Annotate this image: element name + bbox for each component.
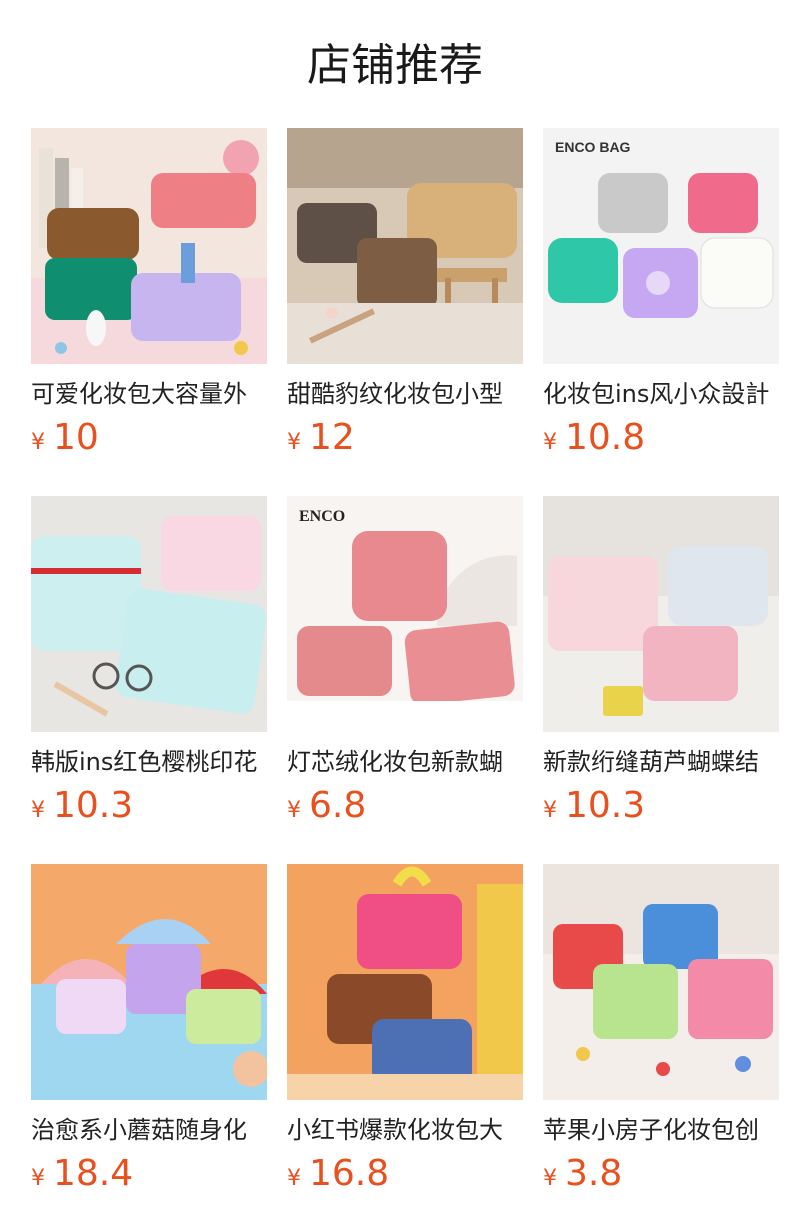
product-name[interactable]: 新款绗缝葫芦蝴蝶结: [543, 746, 779, 778]
image-brand-text: ENCO BAG: [555, 139, 631, 155]
product-price: ¥16.8: [287, 1152, 389, 1202]
product-name[interactable]: 化妆包ins风小众設計: [543, 378, 779, 410]
price-value: 10.3: [53, 785, 134, 826]
currency-symbol: ¥: [31, 798, 45, 823]
product-price: ¥10.3: [543, 784, 645, 834]
product-price: ¥18.4: [31, 1152, 133, 1202]
price-value: 6.8: [309, 785, 367, 826]
product-price: ¥10.8: [543, 416, 645, 466]
price-value: 18.4: [53, 1153, 134, 1194]
price-value: 10.8: [565, 417, 646, 458]
currency-symbol: ¥: [31, 1166, 45, 1191]
product-price: ¥3.8: [543, 1152, 622, 1202]
product-price: ¥6.8: [287, 784, 366, 834]
product-image[interactable]: [543, 864, 779, 1100]
product-image[interactable]: [287, 128, 523, 364]
price-value: 16.8: [309, 1153, 390, 1194]
section-title: 店铺推荐: [307, 40, 483, 91]
product-image[interactable]: [31, 864, 267, 1100]
price-value: 10.3: [565, 785, 646, 826]
currency-symbol: ¥: [543, 798, 557, 823]
product-image[interactable]: [31, 128, 267, 364]
price-value: 3.8: [565, 1153, 623, 1194]
currency-symbol: ¥: [31, 430, 45, 455]
product-image[interactable]: ENCO: [287, 496, 523, 732]
image-brand-text: ENCO: [299, 508, 345, 525]
product-image[interactable]: ENCO BAG: [543, 128, 779, 364]
product-name[interactable]: 可爱化妆包大容量外: [31, 378, 267, 410]
product-name[interactable]: 苹果小房子化妆包创: [543, 1114, 779, 1146]
product-name[interactable]: 治愈系小蘑菇随身化: [31, 1114, 267, 1146]
product-image[interactable]: [31, 496, 267, 732]
price-value: 10: [53, 417, 99, 458]
product-name[interactable]: 灯芯绒化妆包新款蝴: [287, 746, 523, 778]
product-image[interactable]: [287, 864, 523, 1100]
product-name[interactable]: 小红书爆款化妆包大: [287, 1114, 523, 1146]
currency-symbol: ¥: [287, 1166, 301, 1191]
product-price: ¥10.3: [31, 784, 133, 834]
product-name[interactable]: 甜酷豹纹化妆包小型: [287, 378, 523, 410]
currency-symbol: ¥: [287, 430, 301, 455]
currency-symbol: ¥: [543, 430, 557, 455]
currency-symbol: ¥: [543, 1166, 557, 1191]
product-price: ¥10: [31, 416, 99, 466]
currency-symbol: ¥: [287, 798, 301, 823]
product-name[interactable]: 韩版ins红色樱桃印花: [31, 746, 267, 778]
product-price: ¥12: [287, 416, 355, 466]
price-value: 12: [309, 417, 355, 458]
product-image[interactable]: [543, 496, 779, 732]
